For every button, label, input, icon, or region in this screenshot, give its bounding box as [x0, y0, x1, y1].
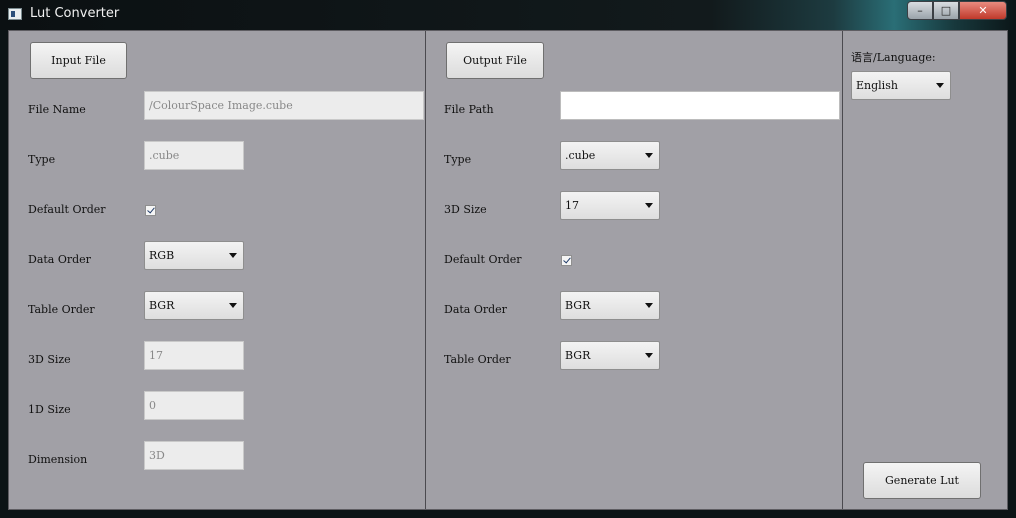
output-3d-size-select[interactable]: 17	[560, 191, 660, 220]
input-3d-size-label: 3D Size	[28, 353, 71, 366]
output-default-order-label: Default Order	[444, 253, 522, 266]
input-data-order-value: RGB	[149, 249, 175, 262]
input-dimension-field[interactable]: 3D	[144, 441, 244, 470]
input-table-order-value: BGR	[149, 299, 175, 312]
output-default-order-checkbox[interactable]	[561, 255, 572, 266]
input-table-order-select[interactable]: BGR	[144, 291, 244, 320]
chevron-down-icon	[229, 253, 237, 258]
input-table-order-label: Table Order	[28, 303, 95, 316]
output-3d-size-label: 3D Size	[444, 203, 487, 216]
language-value: English	[856, 79, 898, 92]
input-default-order-checkbox[interactable]	[145, 205, 156, 216]
language-label: 语言/Language:	[851, 51, 936, 64]
divider-output-settings	[842, 31, 843, 509]
output-data-order-value: BGR	[565, 299, 591, 312]
window-title: Lut Converter	[30, 6, 120, 21]
language-select[interactable]: English	[851, 71, 951, 100]
input-file-name-field[interactable]: /ColourSpace Image.cube	[144, 91, 424, 120]
input-type-field[interactable]: .cube	[144, 141, 244, 170]
input-dimension-label: Dimension	[28, 453, 88, 466]
input-1d-size-label: 1D Size	[28, 403, 71, 416]
output-file-button[interactable]: Output File	[446, 42, 544, 79]
output-type-value: .cube	[565, 149, 596, 162]
input-file-button[interactable]: Input File	[30, 42, 127, 79]
output-3d-size-value: 17	[565, 199, 579, 212]
file-path-label: File Path	[444, 103, 494, 116]
divider-input-output	[425, 31, 426, 509]
chevron-down-icon	[229, 303, 237, 308]
file-name-label: File Name	[28, 103, 86, 116]
generate-lut-button[interactable]: Generate Lut	[863, 462, 981, 499]
output-data-order-select[interactable]: BGR	[560, 291, 660, 320]
close-button[interactable]: ✕	[959, 1, 1007, 20]
input-type-label: Type	[28, 153, 56, 166]
main-window-client: Input File File Name /ColourSpace Image.…	[8, 30, 1008, 510]
chevron-down-icon	[645, 353, 653, 358]
input-data-order-select[interactable]: RGB	[144, 241, 244, 270]
output-table-order-select[interactable]: BGR	[560, 341, 660, 370]
minimize-button[interactable]: –	[907, 1, 933, 20]
app-icon	[8, 8, 22, 20]
maximize-button[interactable]: □	[933, 1, 959, 20]
title-bar[interactable]: Lut Converter – □ ✕	[0, 0, 1016, 30]
chevron-down-icon	[936, 83, 944, 88]
output-type-label: Type	[444, 153, 472, 166]
chevron-down-icon	[645, 153, 653, 158]
input-1d-size-field[interactable]: 0	[144, 391, 244, 420]
output-table-order-label: Table Order	[444, 353, 511, 366]
chevron-down-icon	[645, 203, 653, 208]
output-data-order-label: Data Order	[444, 303, 507, 316]
input-3d-size-field[interactable]: 17	[144, 341, 244, 370]
input-default-order-label: Default Order	[28, 203, 106, 216]
output-file-path-field[interactable]	[560, 91, 840, 120]
output-table-order-value: BGR	[565, 349, 591, 362]
output-type-select[interactable]: .cube	[560, 141, 660, 170]
chevron-down-icon	[645, 303, 653, 308]
input-data-order-label: Data Order	[28, 253, 91, 266]
